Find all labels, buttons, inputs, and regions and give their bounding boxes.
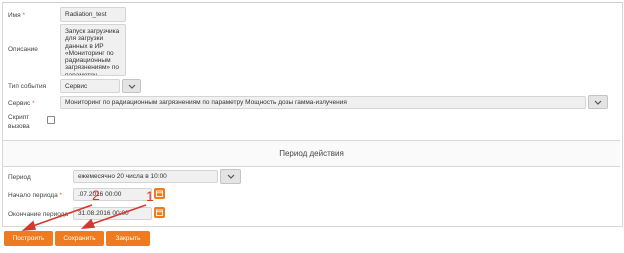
- chevron-down-icon: [128, 84, 135, 89]
- service-select[interactable]: Мониторинг по радиационным загрязнениям …: [60, 96, 586, 109]
- period-start-input[interactable]: .07.2016 00:00: [73, 188, 152, 201]
- period-end-input[interactable]: 31.08.2016 00:00: [73, 207, 152, 220]
- chevron-down-icon: [227, 174, 234, 179]
- period-select[interactable]: ежемесячно 20 числа в 10:00: [73, 170, 218, 183]
- calendar-icon: [156, 209, 163, 216]
- service-dropdown-button[interactable]: [588, 95, 608, 109]
- annotation-marker-2: 2: [92, 187, 100, 203]
- name-input[interactable]: Radiation_test: [60, 7, 126, 22]
- script-call-label: Скрипт вызова: [8, 114, 30, 130]
- description-label: Описание: [8, 46, 38, 53]
- event-type-dropdown-button[interactable]: [122, 79, 141, 93]
- period-section-header: Период действия: [3, 140, 620, 167]
- script-call-checkbox[interactable]: [47, 116, 55, 124]
- build-button[interactable]: Построить: [4, 231, 53, 246]
- annotation-marker-1: 1: [146, 188, 154, 204]
- period-start-label: Начало периода *: [8, 192, 63, 199]
- period-end-label: Окончание периода *: [8, 211, 73, 218]
- service-label: Сервис *: [8, 100, 35, 107]
- period-end-calendar-button[interactable]: [154, 207, 165, 218]
- period-start-calendar-button[interactable]: [154, 188, 165, 199]
- description-textarea[interactable]: Запуск загрузчика для загрузки данных в …: [60, 24, 126, 76]
- period-label: Период: [8, 174, 31, 181]
- close-button[interactable]: Закрыть: [106, 231, 150, 246]
- event-type-label: Тип события: [8, 83, 47, 90]
- name-label: Имя *: [8, 12, 26, 19]
- save-button[interactable]: Сохранить: [55, 231, 104, 246]
- chevron-down-icon: [594, 100, 602, 105]
- period-dropdown-button[interactable]: [220, 169, 241, 184]
- event-type-select[interactable]: Сервис: [60, 79, 120, 93]
- calendar-icon: [156, 190, 163, 197]
